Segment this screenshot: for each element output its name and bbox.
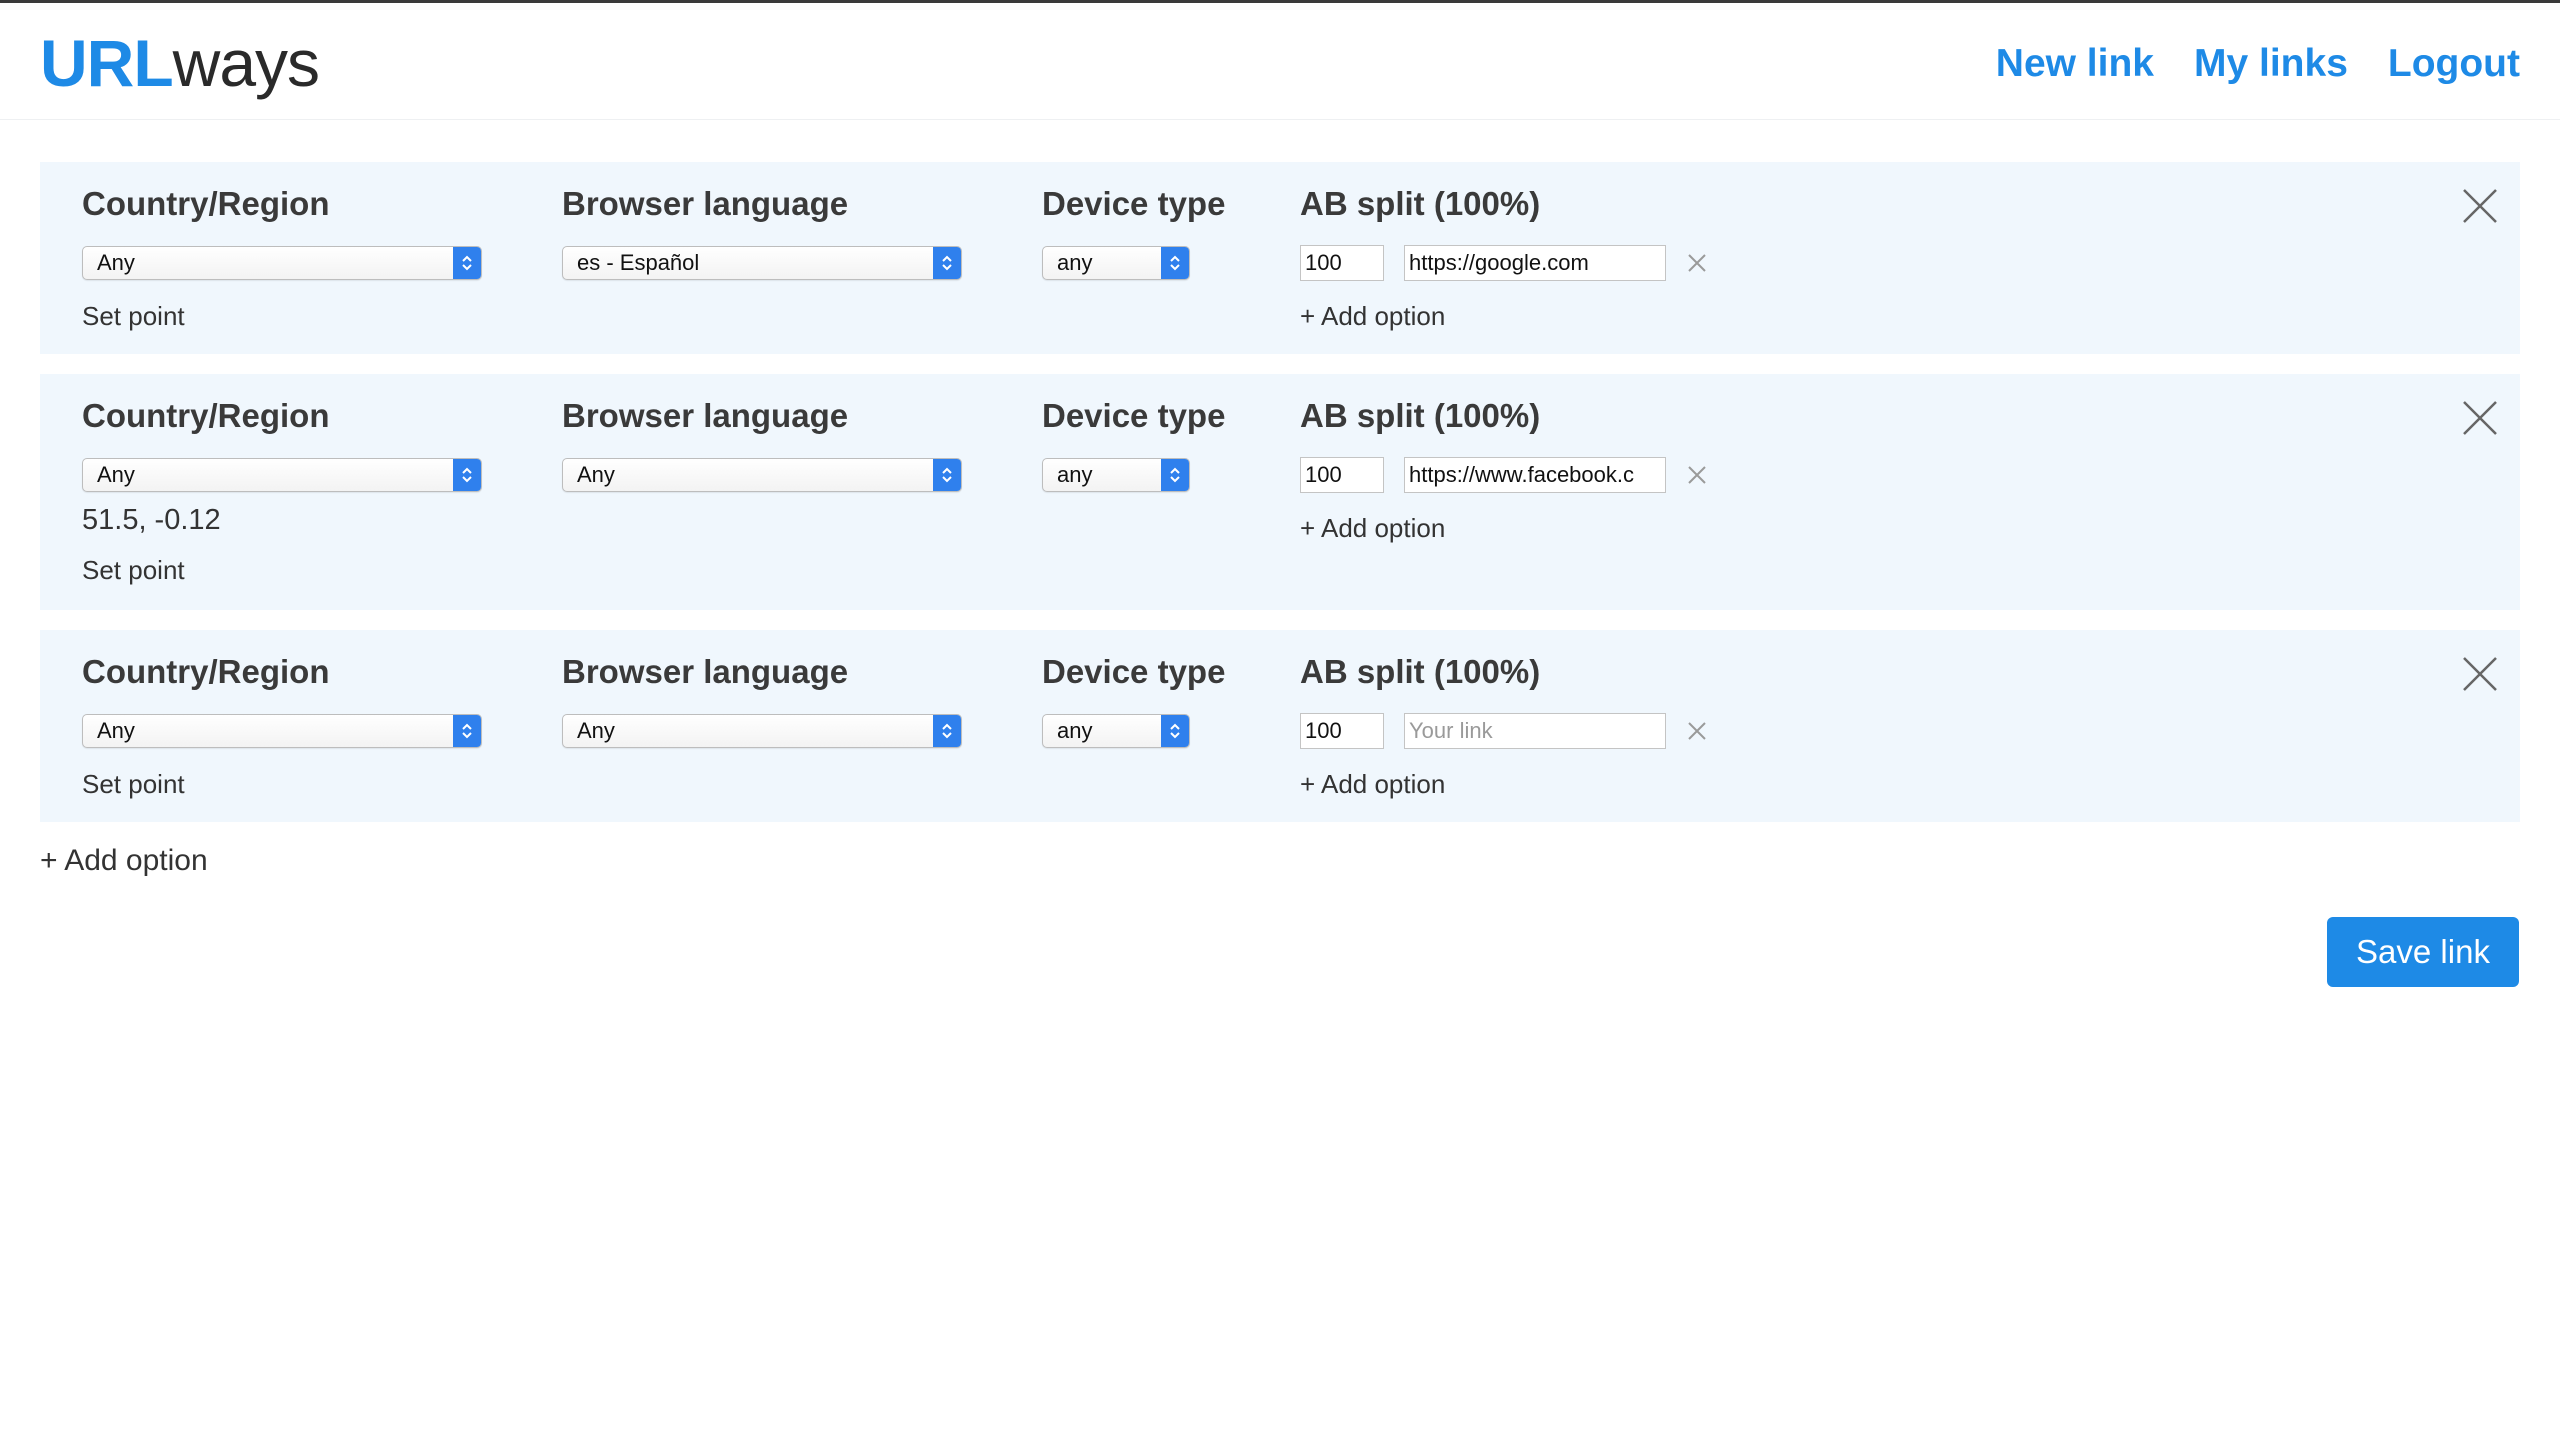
set-point-link[interactable]: Set point	[82, 768, 185, 800]
device-select[interactable]: any	[1042, 714, 1190, 748]
split-percent-input[interactable]: 100	[1300, 457, 1384, 493]
destination-url-input[interactable]: https://google.com	[1404, 245, 1666, 281]
language-select-value: es - Español	[577, 250, 700, 275]
device-select[interactable]: any	[1042, 246, 1190, 280]
nav-logout[interactable]: Logout	[2388, 39, 2520, 89]
country-label: Country/Region	[82, 653, 330, 690]
add-split-option-link[interactable]: + Add option	[1300, 768, 1445, 800]
logo-ways-text: ways	[172, 26, 320, 100]
rule-card: Country/Region Browser language Device t…	[40, 374, 2520, 610]
geo-point-coordinates: 51.5, -0.12	[82, 504, 221, 536]
language-select-value: Any	[577, 462, 615, 487]
logo-url-text: URL	[40, 26, 174, 100]
remove-option-icon[interactable]	[1686, 252, 1708, 274]
rule-card: Country/Region Browser language Device t…	[40, 630, 2520, 822]
add-split-option-link[interactable]: + Add option	[1300, 300, 1445, 332]
add-rule-link[interactable]: + Add option	[40, 842, 208, 880]
nav-my-links[interactable]: My links	[2194, 39, 2348, 89]
remove-rule-icon[interactable]	[2462, 400, 2498, 436]
country-select-value: Any	[97, 718, 135, 743]
remove-option-icon[interactable]	[1686, 464, 1708, 486]
set-point-link[interactable]: Set point	[82, 300, 185, 332]
device-label: Device type	[1042, 653, 1226, 690]
select-arrows-icon	[933, 715, 961, 747]
country-select[interactable]: Any	[82, 714, 482, 748]
device-label: Device type	[1042, 185, 1226, 222]
logo[interactable]: URLways	[40, 25, 320, 101]
main-nav: New link My links Logout	[1996, 39, 2520, 89]
select-arrows-icon	[933, 459, 961, 491]
country-label: Country/Region	[82, 185, 330, 222]
device-select[interactable]: any	[1042, 458, 1190, 492]
language-select[interactable]: Any	[562, 714, 962, 748]
language-label: Browser language	[562, 185, 849, 222]
country-select[interactable]: Any	[82, 246, 482, 280]
language-select[interactable]: Any	[562, 458, 962, 492]
remove-rule-icon[interactable]	[2462, 656, 2498, 692]
language-label: Browser language	[562, 397, 849, 434]
select-arrows-icon	[453, 715, 481, 747]
select-arrows-icon	[1161, 459, 1189, 491]
select-arrows-icon	[453, 459, 481, 491]
ab-split-label: AB split (100%)	[1300, 397, 1541, 434]
set-point-link[interactable]: Set point	[82, 554, 185, 586]
save-link-button[interactable]: Save link	[2327, 917, 2519, 987]
ab-split-label: AB split (100%)	[1300, 653, 1541, 690]
country-select-value: Any	[97, 462, 135, 487]
device-label: Device type	[1042, 397, 1226, 434]
language-label: Browser language	[562, 653, 849, 690]
device-select-value: any	[1057, 718, 1093, 743]
destination-url-input[interactable]: https://www.facebook.c	[1404, 457, 1666, 493]
country-select[interactable]: Any	[82, 458, 482, 492]
split-percent-input[interactable]: 100	[1300, 713, 1384, 749]
rule-card: Country/Region Browser language Device t…	[40, 162, 2520, 354]
ab-split-label: AB split (100%)	[1300, 185, 1541, 222]
device-select-value: any	[1057, 462, 1093, 487]
language-select[interactable]: es - Español	[562, 246, 962, 280]
destination-url-input[interactable]: Your link	[1404, 713, 1666, 749]
remove-option-icon[interactable]	[1686, 720, 1708, 742]
select-arrows-icon	[453, 247, 481, 279]
device-select-value: any	[1057, 250, 1093, 275]
country-select-value: Any	[97, 250, 135, 275]
nav-new-link[interactable]: New link	[1996, 39, 2154, 89]
select-arrows-icon	[1161, 247, 1189, 279]
country-label: Country/Region	[82, 397, 330, 434]
select-arrows-icon	[933, 247, 961, 279]
select-arrows-icon	[1161, 715, 1189, 747]
remove-rule-icon[interactable]	[2462, 188, 2498, 224]
add-split-option-link[interactable]: + Add option	[1300, 512, 1445, 544]
split-percent-input[interactable]: 100	[1300, 245, 1384, 281]
header: URLways New link My links Logout	[0, 3, 2560, 120]
language-select-value: Any	[577, 718, 615, 743]
